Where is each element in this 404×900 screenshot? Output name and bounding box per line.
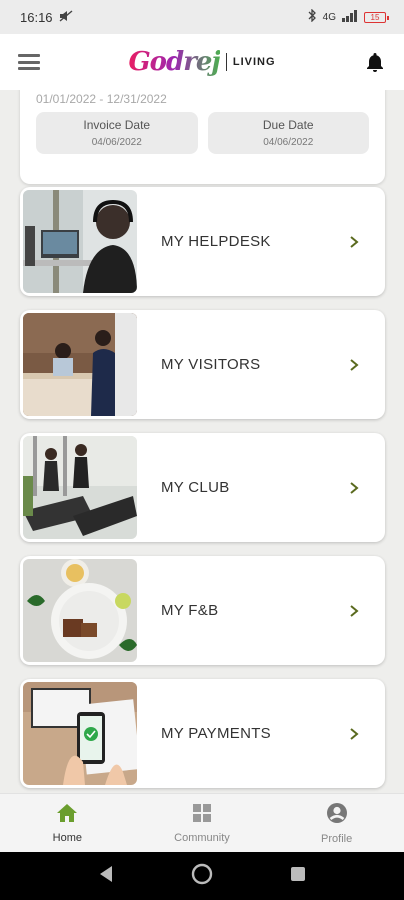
chevron-right-icon — [347, 358, 361, 372]
home-icon — [56, 803, 78, 828]
nav-label-community: Community — [174, 831, 230, 844]
payments-image — [23, 682, 137, 785]
menu-card-payments[interactable]: MY PAYMENTS — [20, 679, 385, 788]
home-circle-icon[interactable] — [191, 863, 213, 890]
nav-label-home: Home — [52, 831, 82, 844]
brand-sub: LIVING — [232, 56, 276, 68]
invoice-card: 01/01/2022 - 12/31/2022 Invoice Date 04/… — [20, 90, 385, 184]
nav-item-community[interactable]: Community — [152, 803, 252, 844]
main-content[interactable]: 01/01/2022 - 12/31/2022 Invoice Date 04/… — [0, 90, 404, 793]
fnb-image — [23, 559, 137, 662]
bell-icon[interactable] — [364, 51, 386, 73]
invoice-date-range: 01/01/2022 - 12/31/2022 — [36, 92, 167, 106]
due-date-box: Due Date 04/06/2022 — [207, 112, 369, 154]
club-image — [23, 436, 137, 539]
mute-icon — [59, 9, 73, 25]
recents-icon[interactable] — [290, 866, 306, 887]
status-bar: 16:16 4G 15 — [0, 0, 404, 34]
chevron-right-icon — [347, 481, 361, 495]
helpdesk-image — [23, 190, 137, 293]
menu-label-visitors: MY VISITORS — [161, 356, 261, 373]
invoice-date-box: Invoice Date 04/06/2022 — [36, 112, 198, 154]
chevron-right-icon — [347, 235, 361, 249]
chevron-right-icon — [347, 604, 361, 618]
bottom-nav: Home Community Profile — [0, 793, 404, 852]
invoice-date-boxes: Invoice Date 04/06/2022 Due Date 04/06/2… — [36, 112, 369, 154]
chevron-right-icon — [347, 727, 361, 741]
menu-card-helpdesk[interactable]: MY HELPDESK — [20, 187, 385, 296]
network-label: 4G — [322, 11, 336, 23]
menu-card-club[interactable]: MY CLUB — [20, 433, 385, 542]
app-header: Godrej LIVING — [0, 34, 404, 90]
due-date-value: 04/06/2022 — [263, 137, 314, 148]
battery-level: 15 — [370, 12, 380, 22]
brand-logo-text: Godrej — [128, 47, 220, 77]
menu-card-fnb[interactable]: MY F&B — [20, 556, 385, 665]
menu-label-helpdesk: MY HELPDESK — [161, 233, 271, 250]
brand-separator — [225, 53, 227, 71]
grid-icon — [192, 803, 212, 828]
status-time: 16:16 — [20, 9, 53, 25]
nav-item-home[interactable]: Home — [17, 803, 117, 844]
visitors-image — [23, 313, 137, 416]
brand-logo: Godrej LIVING — [128, 47, 275, 77]
menu-label-payments: MY PAYMENTS — [161, 725, 271, 742]
nav-label-profile: Profile — [321, 832, 353, 845]
signal-icon — [342, 9, 358, 25]
system-nav — [0, 852, 404, 900]
menu-label-club: MY CLUB — [161, 479, 230, 496]
menu-card-visitors[interactable]: MY VISITORS — [20, 310, 385, 419]
back-icon[interactable] — [98, 865, 114, 888]
bluetooth-icon — [308, 8, 317, 25]
nav-item-profile[interactable]: Profile — [287, 802, 387, 845]
profile-icon — [326, 802, 348, 829]
invoice-date-value: 04/06/2022 — [91, 137, 142, 148]
invoice-date-label: Invoice Date — [83, 118, 151, 132]
hamburger-icon[interactable] — [18, 54, 40, 70]
menu-label-fnb: MY F&B — [161, 602, 219, 619]
battery-icon: 15 — [364, 11, 389, 23]
due-date-label: Due Date — [262, 118, 314, 132]
